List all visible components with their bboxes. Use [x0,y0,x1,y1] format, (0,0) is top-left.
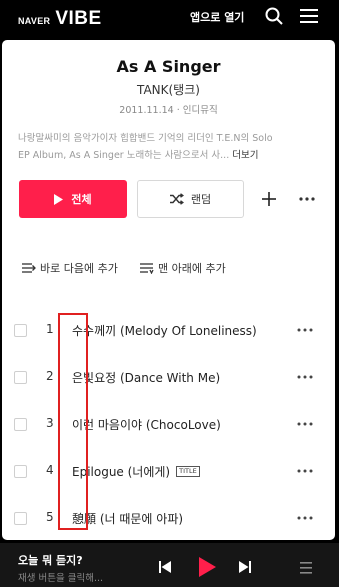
queue-next-icon [22,263,36,273]
track-number: 4 [46,463,54,477]
play-last-label: 맨 아래에 추가 [158,262,226,275]
shuffle-label: 랜덤 [190,193,212,206]
mini-player: 오늘 뭐 듣지? 재생 버튼을 클릭해... [0,543,339,587]
player-title: 오늘 뭐 듣지? [18,554,83,567]
description-more-link[interactable]: 더보기 [232,150,258,161]
track-title: 이런 마음이야 (ChocoLove) [72,418,221,432]
track-title-wrap[interactable]: 이런 마음이야 (ChocoLove) [72,416,221,433]
next-icon[interactable] [238,560,252,574]
more-icon[interactable] [296,421,314,427]
track-title-wrap[interactable]: Epilogue (너에게) TITLE [72,463,200,480]
queue-last-icon [140,263,154,274]
track-row[interactable]: 4 Epilogue (너에게) TITLE [2,457,335,487]
shuffle-button[interactable]: 랜덤 [137,180,244,218]
track-number: 3 [46,416,54,430]
player-subtitle: 재생 버튼을 클릭해... [18,573,104,584]
more-icon[interactable] [296,468,314,474]
track-checkbox[interactable] [14,465,27,478]
track-checkbox[interactable] [14,512,27,525]
logo-vibe-text: VIBE [55,8,102,29]
track-number: 1 [46,322,54,336]
more-icon[interactable] [296,515,314,521]
track-title: 憩願 (너 때문에 아파) [72,512,184,526]
naver-vibe-logo[interactable]: NAVER VIBE [18,8,102,30]
album-meta: 2011.11.14 · 인디뮤직 [119,105,218,116]
play-icon[interactable] [198,557,216,577]
track-checkbox[interactable] [14,324,27,337]
playlist-icon[interactable] [297,560,315,576]
track-row[interactable]: 3 이런 마음이야 (ChocoLove) [2,410,335,440]
play-last-button[interactable]: 맨 아래에 추가 [140,260,226,276]
album-description: 나랑말싸미의 음악가이자 힙합밴드 기억의 리더인 T.E.N의 Solo EP… [18,130,326,164]
track-title: 은빛요정 (Dance With Me) [72,371,221,385]
annotation-highlight-box [58,313,88,530]
track-checkbox[interactable] [14,418,27,431]
play-next-label: 바로 다음에 추가 [40,262,118,275]
logo-naver-text: NAVER [18,16,51,26]
description-line-2: EP Album, As A Singer 노래하는 사람으로서 사... [18,150,230,161]
more-icon[interactable] [298,192,316,206]
track-title-wrap[interactable]: 은빛요정 (Dance With Me) [72,369,220,386]
track-checkbox[interactable] [14,371,27,384]
play-next-button[interactable]: 바로 다음에 추가 [22,260,118,276]
track-row[interactable]: 2 은빛요정 (Dance With Me) [2,363,335,393]
description-line-2-wrap: EP Album, As A Singer 노래하는 사람으로서 사... 더보… [18,147,326,164]
prev-icon[interactable] [158,560,172,574]
album-title: As A Singer [116,57,221,76]
track-title: 수수께끼 (Melody Of Loneliness) [72,324,257,338]
track-row[interactable]: 1 수수께끼 (Melody Of Loneliness) [2,316,335,346]
track-number: 2 [46,369,54,383]
description-line-1: 나랑말싸미의 음악가이자 힙합밴드 기억의 리더인 T.E.N의 Solo [18,133,273,144]
more-icon[interactable] [296,374,314,380]
title-track-badge: TITLE [176,466,200,477]
play-icon [54,193,64,205]
more-icon[interactable] [296,327,314,333]
track-title-wrap[interactable]: 수수께끼 (Melody Of Loneliness) [72,322,257,339]
shuffle-icon [169,193,184,205]
open-app-link[interactable]: 앱으로 열기 [190,9,244,25]
track-row[interactable]: 5 憩願 (너 때문에 아파) [2,504,335,534]
album-artist-link[interactable]: TANK(탱크) [2,81,335,98]
plus-icon[interactable] [260,190,278,208]
album-card: As A Singer TANK(탱크) 2011.11.14 · 인디뮤직 나… [2,40,335,540]
search-icon[interactable] [264,6,284,26]
play-all-button[interactable]: 전체 [19,180,127,218]
track-number: 5 [46,510,54,524]
track-title-wrap[interactable]: 憩願 (너 때문에 아파) [72,510,183,527]
play-all-label: 전체 [71,193,92,206]
top-bar: NAVER VIBE 앱으로 열기 [0,0,339,34]
menu-icon[interactable] [299,7,319,25]
